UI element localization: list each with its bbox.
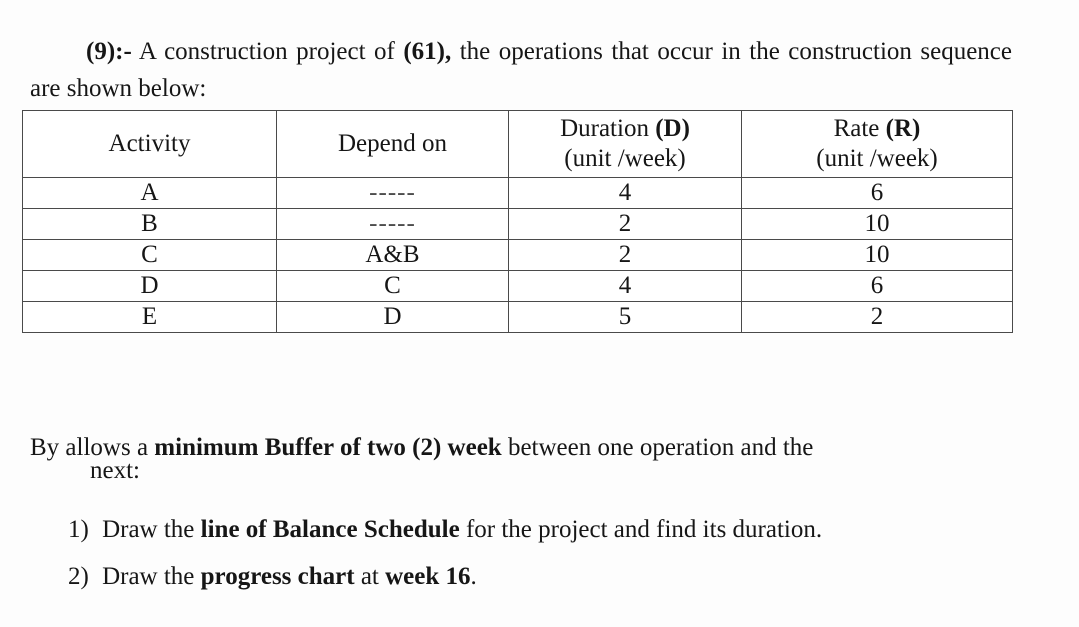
buffer-emphasis-text: minimum Buffer of two (2) week (154, 434, 502, 461)
list-item-lead: Draw the (95, 563, 201, 590)
table-body: A ----- 4 6 B ----- 2 10 C A&B 2 10 D C … (22, 177, 1013, 333)
table-header-row: Activity Depend on Duration (D) (unit /w… (22, 110, 1013, 178)
cell-rate: 2 (741, 301, 1013, 333)
document-page: (9):- A construction project of (61), th… (0, 0, 1079, 627)
column-header-duration-unit: (unit /week) (564, 145, 686, 172)
table-row: E D 5 2 (22, 301, 1013, 333)
list-item-number: 1) (68, 516, 89, 543)
cell-depend-on: A&B (276, 239, 509, 271)
list-item-trail: . (470, 563, 477, 590)
column-header-duration: Duration (D) (unit /week) (508, 110, 742, 178)
list-item-emphasis-week: week 16 (385, 563, 471, 590)
column-header-rate-label: Rate (R) (742, 114, 1012, 144)
cell-activity: A (22, 177, 277, 209)
cell-activity: E (22, 301, 277, 333)
cell-duration: 2 (508, 239, 742, 271)
cell-duration: 4 (508, 270, 742, 302)
intro-text-part1: A construction project of (131, 38, 404, 65)
table-header: Activity Depend on Duration (D) (unit /w… (22, 110, 1013, 178)
column-header-depend-on-label: Depend on (338, 130, 447, 157)
list-item-trail-plain: at (354, 563, 386, 590)
cell-rate: 10 (741, 239, 1013, 271)
cell-depend-on: C (276, 270, 509, 302)
column-header-activity: Activity (22, 110, 277, 178)
duration-symbol: (D) (655, 115, 690, 142)
buffer-note-continuation: next: (90, 457, 140, 484)
table-row: D C 4 6 (22, 270, 1013, 302)
list-item-emphasis: line of Balance Schedule (200, 516, 460, 543)
table-row: C A&B 2 10 (22, 239, 1013, 271)
list-item-emphasis: progress chart (200, 563, 355, 590)
column-header-rate-unit: (unit /week) (816, 145, 938, 172)
column-header-rate: Rate (R) (unit /week) (741, 110, 1013, 178)
rate-symbol: (R) (885, 115, 921, 142)
column-header-activity-label: Activity (108, 130, 191, 157)
cell-depend-on: ----- (276, 177, 509, 209)
list-item-number: 2) (68, 563, 89, 590)
activity-table-wrapper: Activity Depend on Duration (D) (unit /w… (22, 110, 1013, 333)
table-row: A ----- 4 6 (22, 177, 1013, 209)
column-header-duration-label: Duration (D) (509, 114, 741, 144)
cell-activity: C (22, 239, 277, 271)
question-number: (9):- (86, 38, 132, 65)
list-item: 1) Draw the line of Balance Schedule for… (68, 506, 1008, 553)
cell-rate: 6 (741, 270, 1013, 302)
activity-table: Activity Depend on Duration (D) (unit /w… (22, 110, 1013, 333)
cell-depend-on: ----- (276, 208, 509, 240)
cell-rate: 10 (741, 208, 1013, 240)
project-quantity: (61), (403, 38, 452, 65)
table-row: B ----- 2 10 (22, 208, 1013, 240)
duration-label-text: Duration (560, 115, 656, 142)
column-header-depend-on: Depend on (276, 110, 509, 178)
cell-activity: D (22, 270, 277, 302)
buffer-trail-text: between one operation and the (501, 434, 814, 461)
cell-rate: 6 (741, 177, 1013, 209)
cell-activity: B (22, 208, 277, 240)
list-item: 2) Draw the progress chart at week 16. (68, 553, 1008, 600)
cell-depend-on: D (276, 301, 509, 333)
list-item-lead: Draw the (95, 516, 201, 543)
cell-duration: 5 (508, 301, 742, 333)
list-item-trail: for the project and find its duration. (459, 516, 823, 543)
question-list: 1) Draw the line of Balance Schedule for… (68, 506, 1008, 600)
rate-label-text: Rate (833, 115, 886, 142)
cell-duration: 2 (508, 208, 742, 240)
intro-paragraph: (9):- A construction project of (61), th… (30, 33, 1012, 107)
cell-duration: 4 (508, 177, 742, 209)
buffer-note: By allows a minimum Buffer of two (2) we… (30, 429, 1012, 467)
